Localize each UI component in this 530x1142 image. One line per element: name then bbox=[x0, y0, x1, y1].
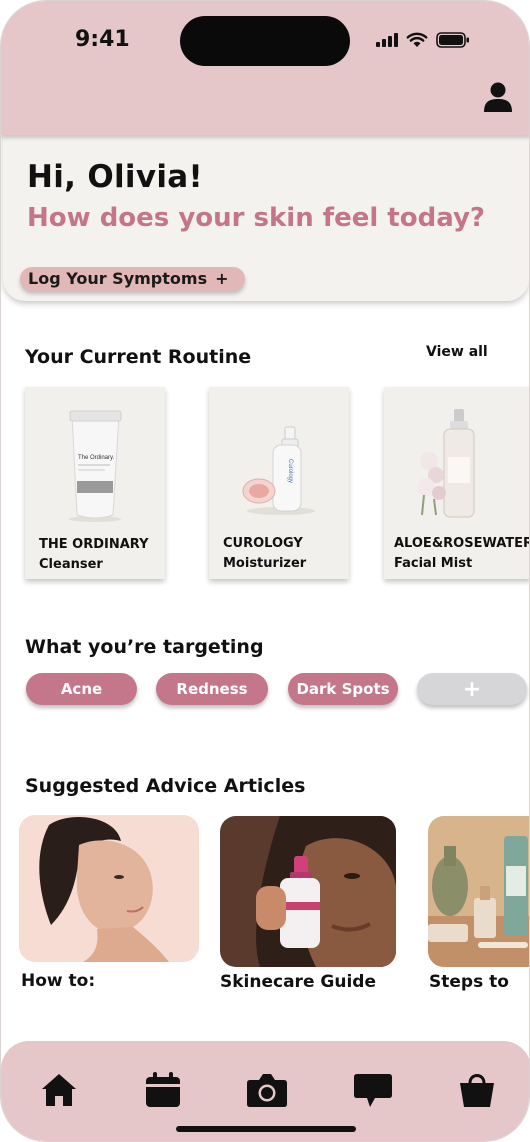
svg-text:Curology: Curology bbox=[287, 459, 293, 483]
article-label[interactable]: How to: bbox=[21, 971, 95, 991]
products-flatlay-image bbox=[428, 816, 529, 967]
svg-text:The Ordinary.: The Ordinary. bbox=[78, 455, 115, 461]
chip-acne[interactable]: Acne bbox=[26, 673, 137, 705]
home-indicator bbox=[176, 1126, 356, 1132]
plus-icon: + bbox=[215, 269, 229, 288]
routine-product-type: Cleanser bbox=[39, 557, 103, 572]
status-icons bbox=[376, 29, 470, 51]
article-image-how-to[interactable] bbox=[19, 815, 199, 962]
chat-icon[interactable] bbox=[353, 1071, 393, 1109]
wifi-icon bbox=[406, 32, 428, 47]
phone-screen: 9:41 Hi, Olivia! How does your skin feel… bbox=[0, 0, 530, 1142]
cleanser-product-image: The Ordinary. bbox=[69, 410, 122, 522]
profile-icon[interactable] bbox=[483, 81, 513, 113]
woman-portrait-image bbox=[19, 815, 199, 962]
cellular-signal-icon bbox=[376, 33, 398, 47]
header-bar: 9:41 bbox=[1, 1, 529, 135]
status-time: 9:41 bbox=[75, 27, 130, 52]
log-symptoms-label: Log Your Symptoms bbox=[28, 269, 208, 288]
calendar-icon[interactable] bbox=[143, 1071, 183, 1109]
dynamic-island bbox=[180, 16, 350, 66]
routine-card-cleanser[interactable]: The Ordinary. THE ORDINARY Cleanser bbox=[25, 387, 165, 579]
home-icon[interactable] bbox=[39, 1071, 79, 1109]
routine-brand: ALOE&ROSEWATER bbox=[394, 536, 530, 551]
article-image-skincare-guide[interactable] bbox=[220, 816, 396, 967]
targeting-section-title: What you’re targeting bbox=[25, 636, 264, 658]
greeting-card: Hi, Olivia! How does your skin feel toda… bbox=[3, 131, 529, 301]
article-label[interactable]: Skinecare Guide bbox=[220, 972, 376, 992]
facial-mist-product-image bbox=[417, 409, 475, 518]
routine-brand: THE ORDINARY bbox=[39, 537, 149, 552]
routine-card-moisturizer[interactable]: Curology CUROLOGY Moisturizer bbox=[209, 387, 349, 579]
routine-product-type: Facial Mist bbox=[394, 556, 473, 571]
article-image-steps-to[interactable] bbox=[428, 816, 529, 967]
chip-dark-spots[interactable]: Dark Spots bbox=[288, 673, 398, 705]
article-label[interactable]: Steps to bbox=[429, 972, 509, 992]
serum-portrait-image bbox=[220, 816, 396, 967]
chip-redness[interactable]: Redness bbox=[156, 673, 268, 705]
moisturizer-product-image: Curology bbox=[242, 426, 315, 515]
routine-product-type: Moisturizer bbox=[223, 556, 307, 571]
camera-icon[interactable] bbox=[246, 1071, 288, 1109]
greeting-title: Hi, Olivia! bbox=[27, 159, 203, 195]
skin-question: How does your skin feel today? bbox=[27, 203, 485, 233]
articles-section-title: Suggested Advice Articles bbox=[25, 775, 306, 797]
routine-section-title: Your Current Routine bbox=[25, 346, 252, 368]
routine-card-facial-mist[interactable]: ALOE&ROSEWATER Facial Mist bbox=[384, 387, 530, 579]
view-all-link[interactable]: View all bbox=[426, 344, 488, 360]
shopping-bag-icon[interactable] bbox=[457, 1071, 497, 1109]
log-symptoms-button[interactable]: Log Your Symptoms + bbox=[20, 267, 245, 291]
routine-brand: CUROLOGY bbox=[223, 536, 303, 551]
add-target-button[interactable]: + bbox=[417, 673, 527, 705]
battery-icon bbox=[436, 32, 469, 48]
